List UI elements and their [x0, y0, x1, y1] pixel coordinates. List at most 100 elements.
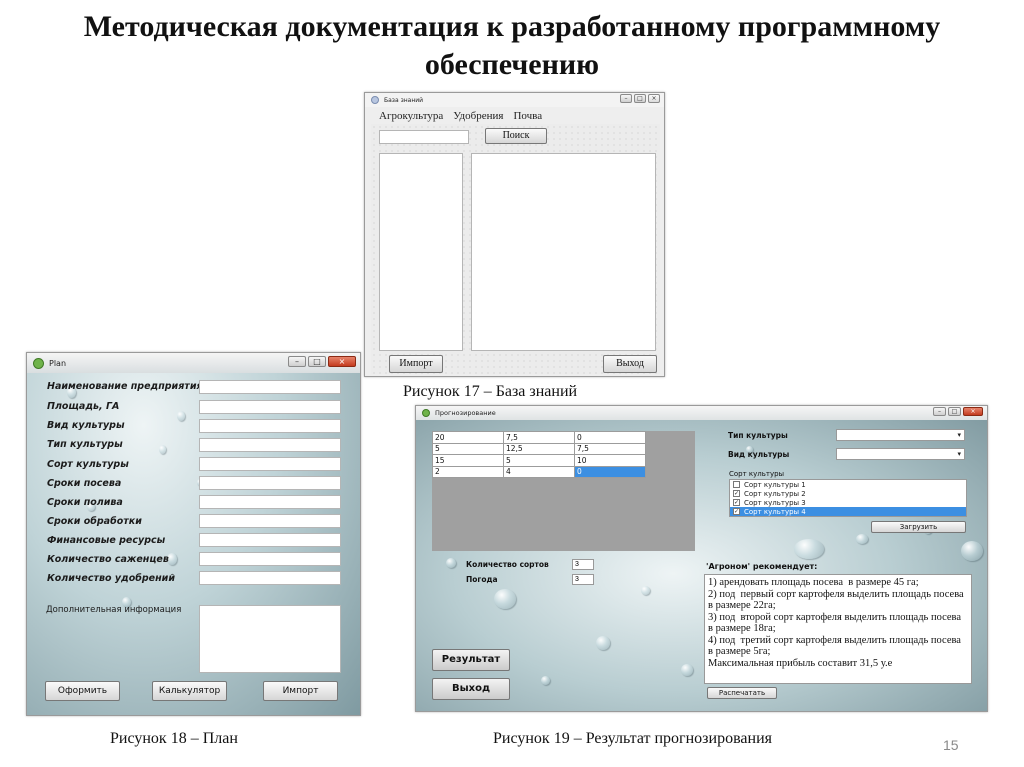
culture-kind-select[interactable]: ▾	[836, 448, 965, 460]
menu-item-agroculture[interactable]: Агрокультура	[379, 110, 443, 122]
water-drop	[794, 539, 824, 559]
plan-input-culture-sort[interactable]	[199, 457, 341, 471]
table-row[interactable]: 20 7,5 0	[432, 431, 646, 444]
plan-label-culture-sort: Сорт культуры	[47, 459, 129, 470]
load-button[interactable]: Загрузить	[871, 521, 966, 533]
table-cell[interactable]: 5	[432, 442, 504, 455]
checkbox-checked[interactable]: ✓	[733, 508, 740, 515]
table-cell[interactable]: 2	[432, 465, 504, 478]
plan-titlebar: Plan – □ ×	[27, 353, 360, 373]
plan-input-company[interactable]	[199, 380, 341, 394]
culture-type-select[interactable]: ▾	[836, 429, 965, 441]
plan-input-finance[interactable]	[199, 533, 341, 547]
kb-list-panel[interactable]	[379, 153, 463, 351]
recommendation-text: 1) арендовать площадь посева в размере 4…	[704, 574, 972, 684]
water-drop	[856, 534, 868, 544]
table-cell[interactable]: 0	[574, 431, 646, 444]
table-cell[interactable]: 4	[503, 465, 575, 478]
plan-input-seedlings[interactable]	[199, 552, 341, 566]
water-drop	[596, 636, 610, 650]
plan-window: Plan – □ × Наименование предприятия Площ…	[26, 352, 361, 716]
checkbox-checked[interactable]: ✓	[733, 499, 740, 506]
kb-exit-button[interactable]: Выход	[603, 355, 657, 373]
minimize-icon[interactable]: –	[933, 407, 946, 416]
water-drop	[961, 541, 983, 561]
sort-option-label: Сорт культуры 1	[744, 480, 806, 489]
plan-extra-info-textarea[interactable]	[199, 605, 341, 673]
culture-type-label: Тип культуры	[728, 431, 788, 440]
weather-input[interactable]: 3	[572, 574, 594, 585]
plan-calculator-button[interactable]: Калькулятор	[152, 681, 227, 701]
plan-input-area[interactable]	[199, 400, 341, 414]
maximize-icon[interactable]: □	[308, 356, 326, 367]
table-row[interactable]: 2 4 0	[432, 465, 646, 478]
checkbox[interactable]	[733, 481, 740, 488]
plan-import-button[interactable]: Импорт	[263, 681, 338, 701]
plan-label-area: Площадь, ГА	[47, 401, 120, 412]
kb-content-panel[interactable]	[471, 153, 656, 351]
table-cell[interactable]: 7,5	[503, 431, 575, 444]
plan-input-fertilizers[interactable]	[199, 571, 341, 585]
plan-window-title: Plan	[49, 358, 67, 368]
caption-fig19: Рисунок 19 – Результат прогнозирования	[493, 730, 772, 747]
sort-option[interactable]: ✓ Сорт культуры 2	[730, 489, 966, 498]
culture-kind-label: Вид культуры	[728, 450, 790, 459]
sort-option-label: Сорт культуры 4	[744, 507, 806, 516]
table-row[interactable]: 15 5 10	[432, 454, 646, 467]
kb-import-button[interactable]: Импорт	[389, 355, 443, 373]
plan-label-sowing-dates: Сроки посева	[47, 478, 122, 489]
app-icon	[33, 357, 44, 369]
plan-input-culture-kind[interactable]	[199, 419, 341, 433]
checkbox-checked[interactable]: ✓	[733, 490, 740, 497]
table-cell[interactable]: 7,5	[574, 442, 646, 455]
close-icon[interactable]: ×	[328, 356, 356, 367]
plan-input-culture-type[interactable]	[199, 438, 341, 452]
sort-option[interactable]: Сорт культуры 1	[730, 480, 966, 489]
result-button[interactable]: Результат	[432, 649, 510, 671]
sort-option-selected[interactable]: ✓ Сорт культуры 4	[730, 507, 966, 516]
table-cell[interactable]: 12,5	[503, 442, 575, 455]
plan-input-sowing-dates[interactable]	[199, 476, 341, 490]
forecast-data-grid[interactable]: 20 7,5 0 5 12,5 7,5 15 5 10 2 4 0	[432, 431, 695, 551]
water-drop	[681, 664, 693, 676]
kb-menubar: Агрокультура Удобрения Почва	[379, 110, 542, 122]
plan-label-seedlings: Количество саженцев	[47, 554, 169, 565]
plan-label-finance: Финансовые ресурсы	[47, 535, 166, 546]
plan-submit-button[interactable]: Оформить	[45, 681, 120, 701]
maximize-icon[interactable]: □	[948, 407, 961, 416]
plan-input-treatment-dates[interactable]	[199, 514, 341, 528]
water-drop	[446, 558, 456, 568]
table-row[interactable]: 5 12,5 7,5	[432, 442, 646, 455]
maximize-icon[interactable]: □	[634, 94, 646, 103]
water-drop	[641, 586, 650, 595]
close-icon[interactable]: ×	[963, 407, 983, 416]
knowledge-base-window: База знаний – □ × Агрокультура Удобрения…	[364, 92, 665, 377]
plan-label-company: Наименование предприятия	[47, 381, 203, 392]
sort-option[interactable]: ✓ Сорт культуры 3	[730, 498, 966, 507]
minimize-icon[interactable]: –	[620, 94, 632, 103]
table-cell[interactable]: 15	[432, 454, 504, 467]
table-cell[interactable]: 10	[574, 454, 646, 467]
plan-input-watering-dates[interactable]	[199, 495, 341, 509]
water-drop	[541, 676, 550, 685]
sorts-count-input[interactable]: 3	[572, 559, 594, 570]
table-cell-selected[interactable]: 0	[574, 465, 646, 478]
sorts-count-label: Количество сортов	[466, 560, 549, 569]
forecast-table: 20 7,5 0 5 12,5 7,5 15 5 10 2 4 0	[432, 431, 646, 478]
kb-window-title: База знаний	[384, 96, 424, 104]
chevron-down-icon: ▾	[957, 451, 961, 458]
plan-extra-info-label: Дополнительная информация	[46, 605, 182, 615]
kb-search-button[interactable]: Поиск	[485, 128, 547, 144]
forecast-exit-button[interactable]: Выход	[432, 678, 510, 700]
print-button[interactable]: Распечатать	[707, 687, 777, 699]
plan-label-culture-type: Тип культуры	[47, 439, 123, 450]
table-cell[interactable]: 5	[503, 454, 575, 467]
menu-item-fertilizers[interactable]: Удобрения	[453, 110, 503, 122]
minimize-icon[interactable]: –	[288, 356, 306, 367]
close-icon[interactable]: ×	[648, 94, 660, 103]
caption-fig17: Рисунок 17 – База знаний	[403, 383, 578, 400]
sort-checklist[interactable]: Сорт культуры 1 ✓ Сорт культуры 2 ✓ Сорт к…	[729, 479, 967, 517]
table-cell[interactable]: 20	[432, 431, 504, 444]
menu-item-soil[interactable]: Почва	[513, 110, 542, 122]
kb-search-input[interactable]	[379, 130, 469, 144]
